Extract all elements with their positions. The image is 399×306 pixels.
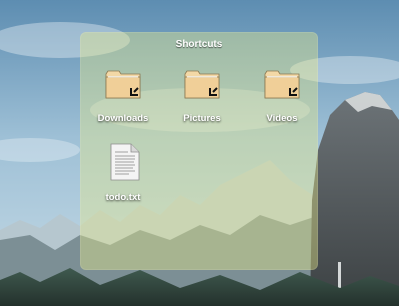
folder-link-icon bbox=[184, 70, 220, 99]
shortcut-label: Pictures bbox=[183, 113, 221, 124]
folder-link-icon bbox=[105, 70, 141, 99]
text-file-icon bbox=[110, 143, 140, 181]
shortcut-downloads[interactable]: Downloads bbox=[83, 68, 163, 130]
panel-title: Shortcuts bbox=[175, 39, 223, 50]
shortcut-todo-txt[interactable]: todo.txt bbox=[83, 143, 163, 205]
folder-link-icon bbox=[264, 70, 300, 99]
shortcut-videos[interactable]: Videos bbox=[242, 68, 322, 130]
shortcut-label: Videos bbox=[266, 113, 298, 124]
desktop: Shortcuts Downloads Pictures Videos todo… bbox=[0, 0, 399, 306]
shortcut-label: todo.txt bbox=[105, 192, 141, 203]
shortcuts-panel: Shortcuts Downloads Pictures Videos todo… bbox=[80, 32, 318, 270]
shortcut-label: Downloads bbox=[97, 113, 149, 124]
shortcut-pictures[interactable]: Pictures bbox=[162, 68, 242, 130]
